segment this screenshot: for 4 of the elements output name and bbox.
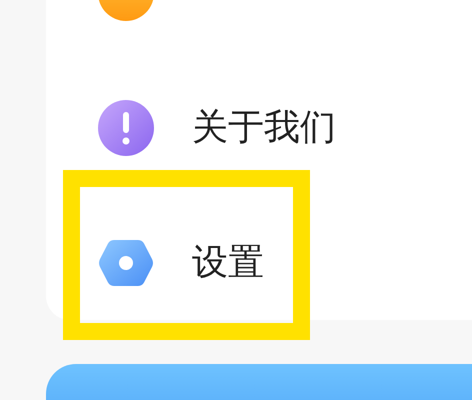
exclamation-icon xyxy=(98,100,154,156)
menu-item-label[interactable]: 关于我们 xyxy=(192,103,336,152)
hexagon-icon xyxy=(98,238,154,288)
menu-item-label[interactable]: 设置 xyxy=(192,238,264,287)
